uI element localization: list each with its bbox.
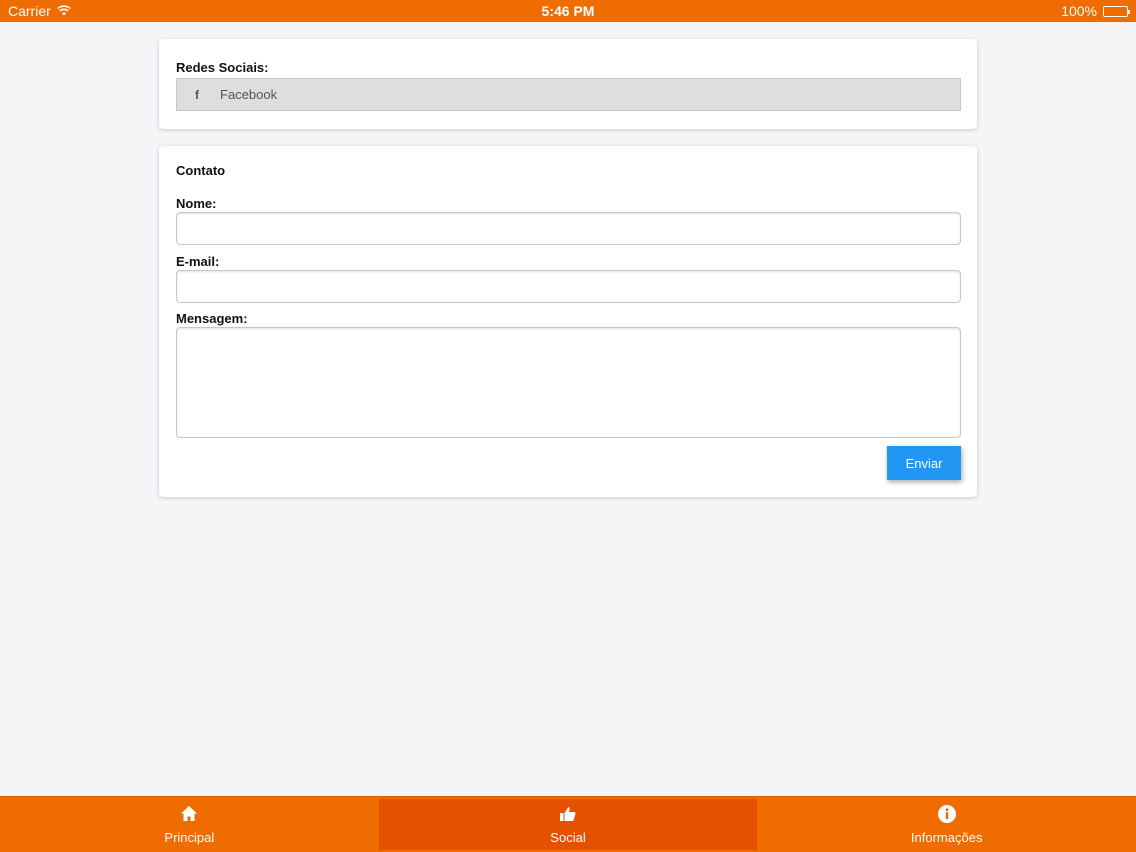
- status-right: 100%: [928, 3, 1130, 19]
- message-label: Mensagem:: [176, 311, 248, 326]
- tab-social-label: Social: [550, 830, 586, 845]
- tab-informacoes[interactable]: Informações: [757, 797, 1136, 852]
- contact-card: Contato Nome: E-mail: Mensagem: Enviar: [159, 146, 977, 497]
- contact-title: Contato: [176, 163, 226, 178]
- name-label: Nome:: [176, 196, 217, 211]
- carrier-label: Carrier: [8, 3, 51, 19]
- tab-bar: Principal Social Informações: [0, 796, 1136, 852]
- social-title: Redes Sociais:: [176, 60, 269, 75]
- email-label: E-mail:: [176, 254, 220, 269]
- tab-informacoes-label: Informações: [910, 830, 983, 845]
- home-icon: [179, 804, 199, 827]
- name-input[interactable]: [176, 212, 961, 245]
- facebook-icon: f: [195, 87, 199, 102]
- battery-icon: [1103, 5, 1130, 17]
- status-left: Carrier: [8, 3, 208, 19]
- social-card: Redes Sociais: f Facebook: [159, 39, 977, 129]
- facebook-link[interactable]: f Facebook: [176, 78, 961, 111]
- tab-social[interactable]: Social: [378, 799, 758, 850]
- tab-principal-label: Principal: [164, 830, 215, 845]
- thumbs-up-icon: [558, 804, 578, 827]
- info-icon: [937, 804, 957, 827]
- battery-percent: 100%: [1061, 3, 1097, 19]
- clock: 5:46 PM: [541, 3, 595, 19]
- message-textarea[interactable]: [176, 327, 961, 438]
- wifi-icon: [57, 3, 71, 19]
- facebook-label: Facebook: [220, 87, 278, 102]
- tab-principal[interactable]: Principal: [0, 797, 379, 852]
- email-input[interactable]: [176, 270, 961, 303]
- status-bar: Carrier 5:46 PM 100%: [0, 0, 1136, 22]
- send-button[interactable]: Enviar: [887, 446, 961, 480]
